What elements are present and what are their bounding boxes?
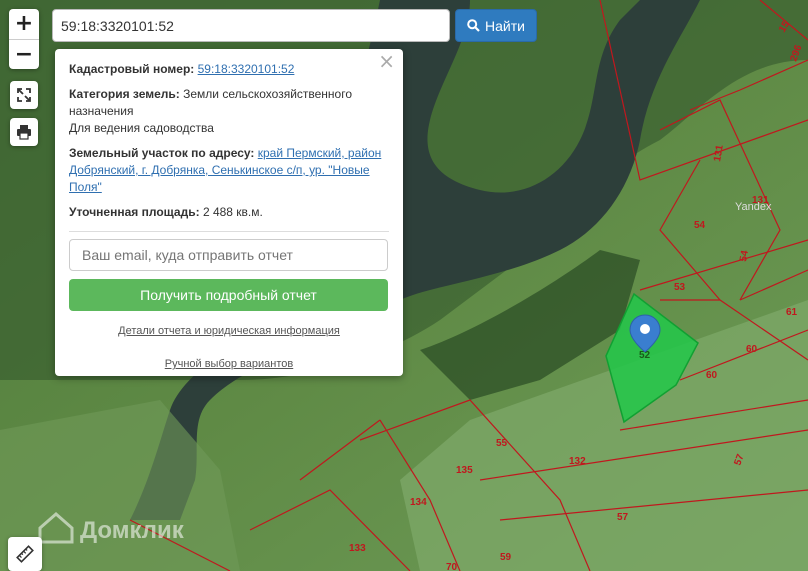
manual-selection-link[interactable]: Ручной выбор вариантов	[165, 358, 293, 370]
zoom-in-button[interactable]: +	[9, 9, 39, 39]
ruler-button[interactable]	[8, 537, 42, 571]
parcel-label: 60	[746, 344, 758, 355]
print-icon	[17, 125, 31, 140]
fullscreen-button[interactable]	[10, 81, 38, 109]
search-button[interactable]: Найти	[455, 9, 537, 42]
get-report-button[interactable]: Получить подробный отчет	[69, 279, 388, 311]
manual-link-row: Ручной выбор вариантов	[69, 356, 389, 373]
expand-icon	[17, 88, 31, 102]
parcel-label: 55	[496, 438, 508, 449]
area-value: 2 488 кв.м.	[202, 205, 263, 219]
parcel-label: 60	[706, 370, 718, 381]
print-button[interactable]	[10, 118, 38, 146]
cadastral-number-row: Кадастровый номер: 59:18:3320101:52	[69, 61, 389, 78]
parcel-info-popup: × Кадастровый номер: 59:18:3320101:52 Ка…	[55, 49, 403, 376]
search-button-label: Найти	[485, 17, 525, 34]
parcel-label: 135	[456, 465, 473, 476]
ruler-icon	[16, 545, 34, 563]
parcel-label: 70	[446, 562, 458, 571]
yandex-label: Yandex	[735, 201, 772, 213]
zoom-out-button[interactable]: −	[9, 39, 39, 70]
report-details-link[interactable]: Детали отчета и юридическая информация	[118, 325, 340, 337]
email-field[interactable]	[69, 239, 388, 271]
parcel-label: 134	[410, 497, 427, 508]
close-icon[interactable]: ×	[378, 51, 395, 71]
parcel-label: 54	[694, 220, 706, 231]
cadastral-label: Кадастровый номер:	[69, 62, 195, 76]
area-label: Уточненная площадь:	[69, 205, 200, 219]
land-category-row: Категория земель: Земли сельскохозяйстве…	[69, 86, 389, 120]
zoom-control: + −	[9, 9, 39, 69]
divider	[69, 231, 389, 232]
parcel-label: 132	[569, 456, 586, 467]
details-link-row: Детали отчета и юридическая информация	[69, 323, 389, 340]
area-row: Уточненная площадь: 2 488 кв.м.	[69, 204, 389, 221]
search-input[interactable]	[52, 9, 450, 42]
address-label: Земельный участок по адресу:	[69, 146, 255, 160]
land-usage: Для ведения садоводства	[69, 121, 214, 135]
watermark-text: Домклик	[80, 517, 185, 544]
parcel-label: 57	[617, 512, 629, 523]
parcel-label: 61	[786, 307, 798, 318]
parcel-label: 53	[674, 282, 686, 293]
category-label: Категория земель:	[69, 87, 180, 101]
address-row: Земельный участок по адресу: край Пермск…	[69, 145, 389, 196]
parcel-label: 59	[500, 552, 512, 563]
cadastral-number-link[interactable]: 59:18:3320101:52	[198, 62, 295, 76]
search-icon	[467, 19, 480, 32]
parcel-label: 133	[349, 543, 366, 554]
